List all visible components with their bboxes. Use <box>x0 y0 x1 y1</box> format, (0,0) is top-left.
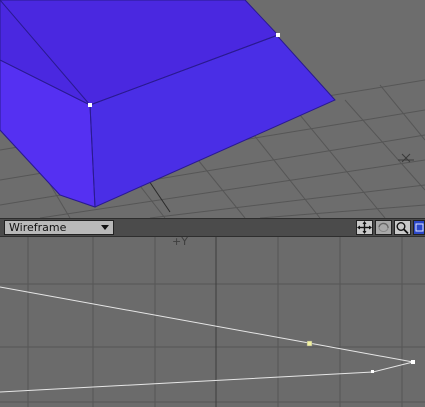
move-view-button[interactable] <box>356 220 373 235</box>
zoom-icon <box>396 222 409 234</box>
rotate-view-button[interactable] <box>375 220 392 235</box>
view-mode-label: Wireframe <box>9 221 67 234</box>
viewport-toolbar: Wireframe <box>0 218 425 237</box>
maximize-view-button[interactable] <box>413 220 425 235</box>
move-icon <box>357 221 372 234</box>
top-axis-label: +Y <box>172 237 188 248</box>
selected-vertex[interactable] <box>88 103 92 107</box>
chevron-down-icon <box>101 225 109 230</box>
mesh-object[interactable] <box>0 0 336 208</box>
perspective-viewport[interactable] <box>0 0 425 218</box>
selected-vertex[interactable] <box>306 340 313 347</box>
top-canvas[interactable] <box>0 237 425 407</box>
vertex[interactable] <box>371 370 374 373</box>
maximize-icon <box>415 223 424 232</box>
wireframe-outline[interactable] <box>0 286 414 393</box>
vertex[interactable] <box>411 360 415 364</box>
axis-gizmo <box>398 153 414 163</box>
perspective-canvas[interactable] <box>0 0 425 218</box>
rotate-icon <box>378 222 389 233</box>
top-viewport[interactable]: +Y <box>0 237 425 407</box>
selected-vertex[interactable] <box>276 33 280 37</box>
zoom-view-button[interactable] <box>394 220 411 235</box>
top-grid <box>0 237 425 407</box>
view-mode-dropdown[interactable]: Wireframe <box>4 220 114 235</box>
